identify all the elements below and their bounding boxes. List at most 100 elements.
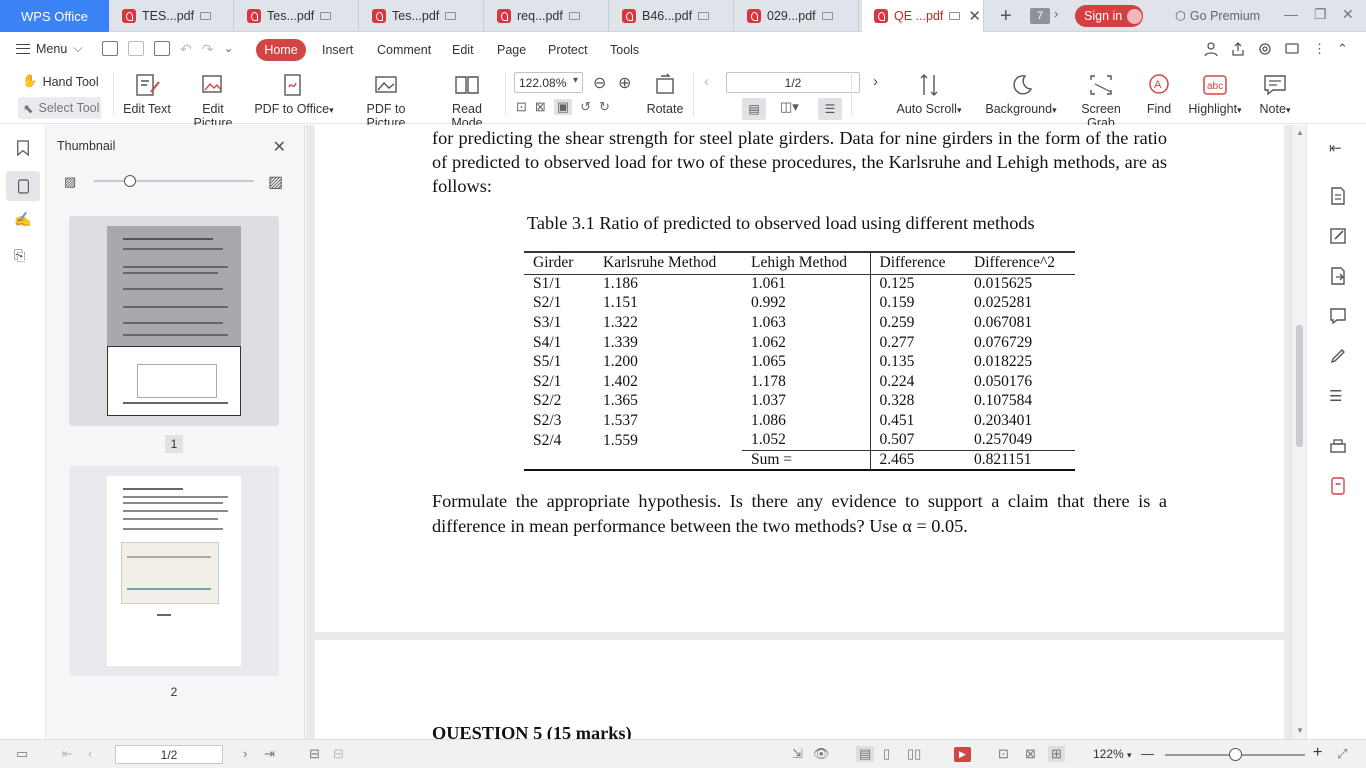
share-icon[interactable]	[1230, 41, 1246, 57]
zoom-in-icon[interactable]: +	[1313, 744, 1322, 762]
fit-page-icon[interactable]: ⊠	[1025, 746, 1036, 762]
document-tab[interactable]: 029...pdf	[735, 0, 859, 32]
thumbnail-size-slider[interactable]	[94, 180, 254, 182]
menu-edit[interactable]: Edit	[452, 39, 474, 61]
actual-size-icon[interactable]: ⊡	[516, 99, 527, 115]
menu-protect[interactable]: Protect	[548, 39, 588, 61]
table-of-contents-icon[interactable]: ☰	[1329, 387, 1347, 405]
document-info-icon[interactable]	[1329, 187, 1347, 205]
thumbnail-page-1[interactable]	[69, 216, 279, 426]
continuous-view-icon[interactable]: ☰	[818, 98, 842, 120]
document-tab[interactable]: TES...pdf	[110, 0, 234, 32]
main-menu-button[interactable]: Menu ⌵	[16, 41, 83, 56]
bookmark-icon[interactable]	[15, 139, 31, 157]
settings-icon[interactable]	[1257, 41, 1273, 57]
thumbnail-page-2[interactable]	[69, 466, 279, 676]
export-icon[interactable]: ⇲	[792, 746, 803, 762]
go-premium-button[interactable]: ⬡ Go Premium	[1175, 8, 1260, 24]
fullscreen-icon[interactable]: ⤢	[1337, 746, 1347, 762]
zoom-out-icon[interactable]: —	[1141, 746, 1154, 761]
actual-size-icon[interactable]: ⊡	[998, 746, 1009, 762]
restore-icon[interactable]: ❐	[1314, 6, 1327, 23]
rotate-right-icon[interactable]: ↻	[599, 99, 610, 115]
document-tab[interactable]: B46...pdf	[610, 0, 734, 32]
export-document-icon[interactable]	[1329, 267, 1347, 285]
edit-document-icon[interactable]	[1329, 227, 1347, 245]
print-icon[interactable]	[154, 41, 170, 56]
edit-text-button[interactable]: Edit Text	[122, 72, 172, 116]
print-icon[interactable]	[1329, 438, 1347, 456]
document-tab[interactable]: Tes...pdf	[360, 0, 484, 32]
scroll-up-icon[interactable]: ▲	[1296, 128, 1304, 137]
highlight-button[interactable]: abc Highlight▾	[1184, 72, 1246, 116]
share-user-icon[interactable]	[1203, 41, 1219, 57]
scroll-down-icon[interactable]: ▼	[1296, 726, 1304, 735]
document-tab[interactable]: req...pdf	[485, 0, 609, 32]
more-icon[interactable]: ⋮	[1313, 41, 1329, 57]
hand-tool-button[interactable]: ✋ Hand Tool	[22, 74, 99, 89]
scrollbar-thumb[interactable]	[1296, 325, 1303, 447]
comment-icon[interactable]	[1284, 41, 1300, 57]
prev-page-icon[interactable]: ‹	[704, 73, 709, 90]
pdf-to-picture-button[interactable]: PDF to Picture	[348, 72, 424, 130]
small-thumbnail-icon[interactable]: ▨	[64, 174, 76, 190]
background-button[interactable]: Background▾	[982, 72, 1060, 116]
document-view[interactable]: for predicting the shear strength for st…	[306, 125, 1293, 739]
zoom-level-select[interactable]: 122% ▾	[1093, 747, 1132, 761]
redo-icon[interactable]: ↷	[202, 41, 214, 58]
zoom-in-icon[interactable]: ⊕	[618, 73, 631, 93]
thumbnail-size-knob[interactable]	[124, 175, 136, 187]
close-icon[interactable]: ✕	[273, 137, 286, 157]
play-slideshow-icon[interactable]: ▶	[954, 747, 971, 762]
first-page-icon[interactable]: ⇤	[62, 746, 73, 762]
back-icon[interactable]: ⊟	[309, 746, 320, 762]
note-button[interactable]: Note▾	[1254, 72, 1296, 116]
zoom-select[interactable]: 122.08%	[514, 72, 583, 93]
select-tool-button[interactable]: ⬉ Select Tool	[18, 97, 101, 119]
pdf-tools-icon[interactable]	[1329, 477, 1347, 495]
menu-comment[interactable]: Comment	[377, 39, 431, 61]
collapse-ribbon-icon[interactable]: ⌃	[1337, 41, 1353, 57]
edit-picture-button[interactable]: Edit Picture	[183, 72, 243, 130]
toggle-sidebar-icon[interactable]: ▭	[16, 746, 28, 762]
minimize-icon[interactable]: —	[1284, 6, 1298, 22]
collapse-panel-icon[interactable]: ⇤	[1329, 139, 1347, 157]
undo-icon[interactable]: ↶	[180, 41, 192, 58]
screen-grab-button[interactable]: Screen Grab	[1068, 72, 1134, 130]
zoom-out-icon[interactable]: ⊖	[593, 73, 606, 93]
wps-office-home-tab[interactable]: WPS Office	[0, 0, 109, 32]
sign-in-button[interactable]: Sign in	[1075, 5, 1143, 27]
two-page-view-icon[interactable]: ◫▾	[780, 99, 799, 115]
document-tab-active[interactable]: QE ...pdf ✕	[862, 0, 984, 32]
close-window-icon[interactable]: ✕	[1342, 6, 1354, 23]
eye-protection-icon[interactable]: 👁	[813, 746, 830, 762]
next-page-icon[interactable]: ›	[873, 73, 878, 90]
page-number-input[interactable]: 1/2	[726, 72, 860, 93]
signature-icon[interactable]: ✍	[14, 211, 31, 228]
continuous-page-icon[interactable]: ▤	[856, 746, 875, 762]
attachment-icon[interactable]: ⎘	[14, 247, 25, 264]
next-page-icon[interactable]: ›	[243, 746, 247, 761]
document-tab[interactable]: Tes...pdf	[235, 0, 359, 32]
fit-width-icon[interactable]: ▣	[553, 99, 573, 115]
pdf-to-office-button[interactable]: PDF to Office▾	[254, 72, 334, 116]
forward-icon[interactable]: ⊟	[333, 746, 344, 762]
double-page-icon[interactable]: ▯▯	[907, 746, 921, 762]
previous-page-icon[interactable]: ‹	[88, 746, 92, 761]
tab-count-badge[interactable]: 7	[1030, 8, 1050, 24]
status-page-input[interactable]: 1/2	[115, 745, 223, 764]
fit-width-icon[interactable]: ⊞	[1048, 746, 1065, 762]
menu-page[interactable]: Page	[497, 39, 526, 61]
save-icon[interactable]	[128, 41, 144, 56]
large-thumbnail-icon[interactable]: ▨	[268, 172, 283, 192]
fit-page-icon[interactable]: ⊠	[535, 99, 546, 115]
thumbnail-panel-icon[interactable]	[6, 171, 40, 201]
auto-scroll-button[interactable]: Auto Scroll▾	[894, 72, 964, 116]
zoom-slider-knob[interactable]	[1229, 748, 1242, 761]
rotate-left-icon[interactable]: ↺	[580, 99, 591, 115]
customize-chevron-icon[interactable]: ⌄	[223, 41, 233, 58]
annotation-list-icon[interactable]	[1329, 307, 1347, 325]
open-icon[interactable]	[102, 41, 118, 56]
last-page-icon[interactable]: ⇥	[264, 746, 275, 762]
menu-home[interactable]: Home	[256, 39, 306, 61]
